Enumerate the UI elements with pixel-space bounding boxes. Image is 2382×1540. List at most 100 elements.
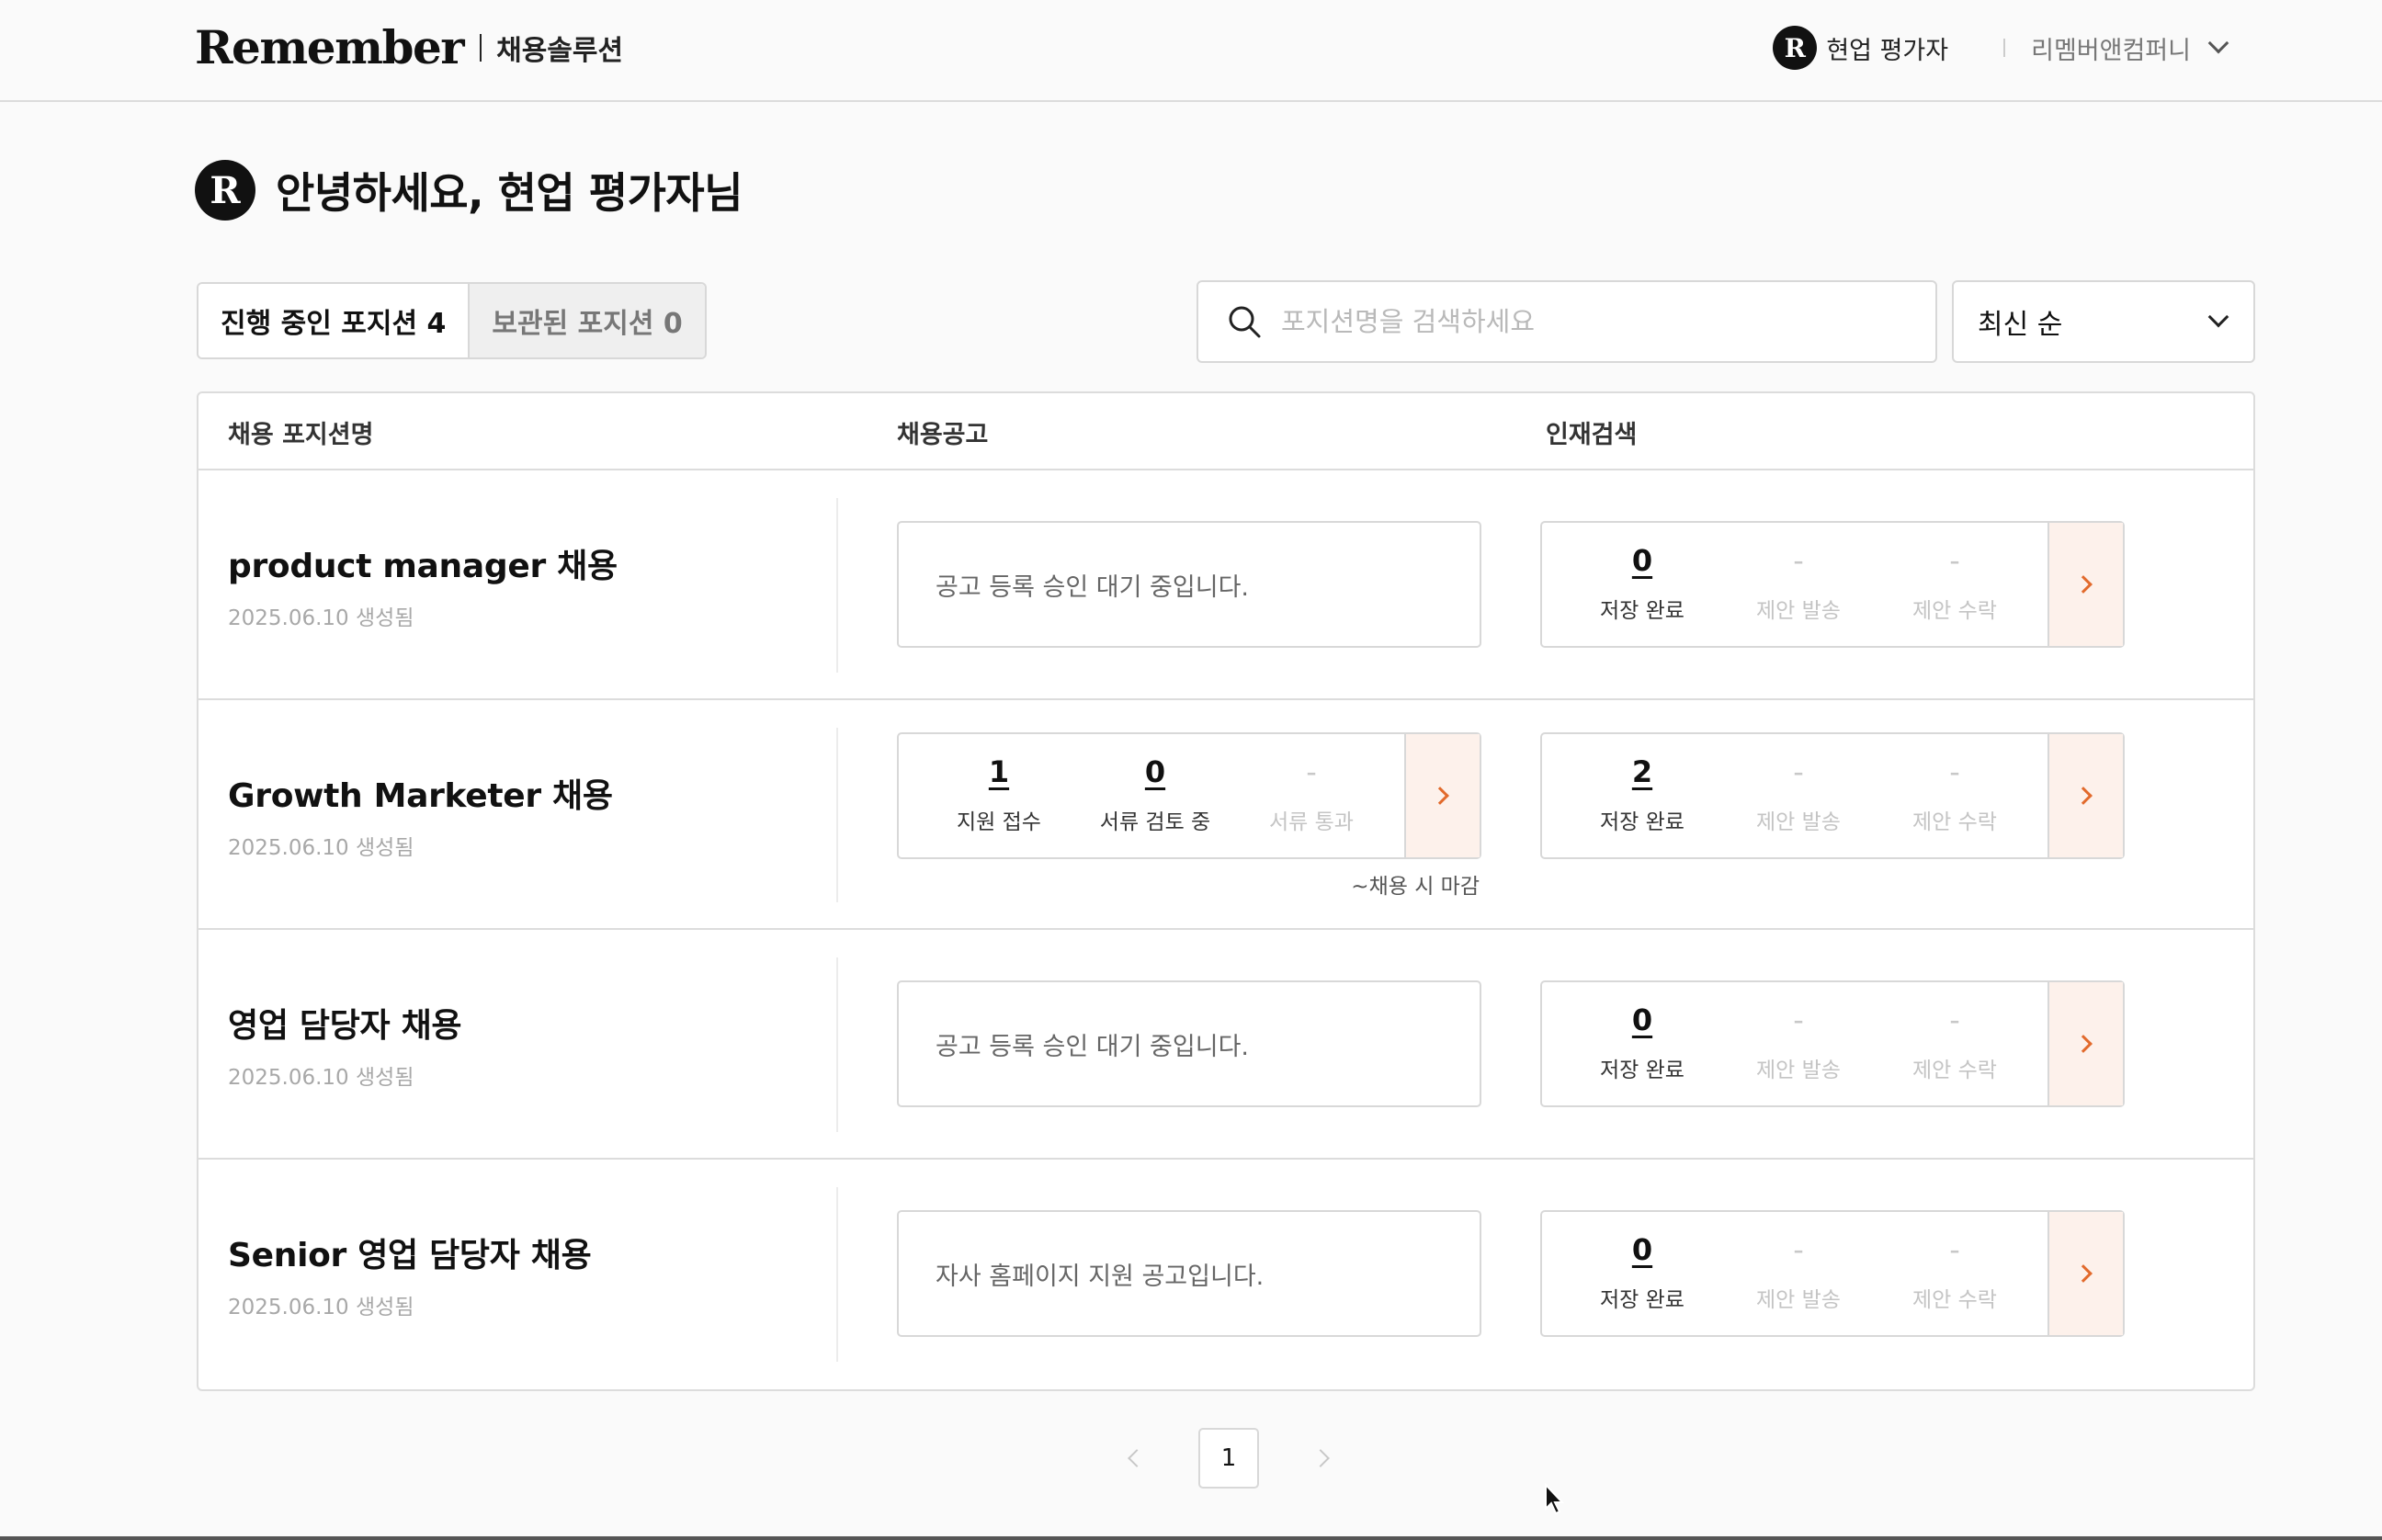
metric-reviewing[interactable]: 0 서류 검토 중 <box>1077 734 1233 835</box>
metric-value: - <box>1793 543 1804 578</box>
metric-label: 서류 검토 중 <box>1099 810 1211 834</box>
metric-saved[interactable]: 2 저장 완료 <box>1564 734 1720 835</box>
row-divider <box>836 728 838 902</box>
page-title: 안녕하세요, 현업 평가자님 <box>276 168 743 218</box>
user-menu[interactable]: R 현업 평가자 리멤버앤컴퍼니 <box>1773 24 2229 72</box>
talent-search-box[interactable]: 2 저장 완료 - 제안 발송 - 제안 수락 <box>1540 732 2125 859</box>
talent-search-box[interactable]: 0 저장 완료 - 제안 발송 - 제안 수락 <box>1540 1210 2125 1337</box>
position-name[interactable]: Senior 영업 담당자 채용 <box>228 1229 592 1276</box>
table-header: 채용 포지션명 채용공고 인재검색 <box>198 393 2253 470</box>
remember-logo[interactable]: Remember <box>195 24 465 72</box>
metric-value[interactable]: 0 <box>1632 543 1652 585</box>
metric-label: 제안 수락 <box>1912 810 1997 834</box>
posting-metrics-box[interactable]: 1 지원 접수 0 서류 검토 중 - 서류 통과 <box>897 732 1481 859</box>
sort-selected: 최신 순 <box>1978 309 2063 341</box>
posting-status-box: 자사 홈페이지 지원 공고입니다. <box>897 1210 1481 1337</box>
chevron-left-icon[interactable] <box>1128 1449 1146 1467</box>
table-row[interactable]: 영업 담당자 채용 2025.06.10 생성됨 공고 등록 승인 대기 중입니… <box>198 930 2253 1160</box>
brand[interactable]: Remember 채용솔루션 <box>195 24 623 72</box>
chevron-down-icon <box>2207 306 2229 328</box>
metric-value[interactable]: 0 <box>1145 754 1165 797</box>
chevron-right-icon[interactable] <box>1311 1449 1330 1467</box>
metric-offer-sent: - 제안 발송 <box>1720 1212 1877 1313</box>
metric-value: - <box>1793 754 1804 789</box>
table-row[interactable]: Growth Marketer 채용 2025.06.10 생성됨 1 지원 접수… <box>198 700 2253 930</box>
metric-saved[interactable]: 0 저장 완료 <box>1564 1212 1720 1313</box>
metric-saved[interactable]: 0 저장 완료 <box>1564 523 1720 624</box>
search-icon <box>1229 306 1261 338</box>
position-info: product manager 채용 2025.06.10 생성됨 <box>228 470 618 700</box>
position-info: Growth Marketer 채용 2025.06.10 생성됨 <box>228 700 613 930</box>
metric-label: 저장 완료 <box>1600 810 1684 834</box>
tab-active-positions[interactable]: 진행 중인 포지션 4 <box>198 284 469 357</box>
metric-value: - <box>1949 543 1960 578</box>
created-date: 2025.06.10 생성됨 <box>228 606 414 630</box>
metric-label: 서류 통과 <box>1269 810 1354 834</box>
posting-status-box: 공고 등록 승인 대기 중입니다. <box>897 521 1481 648</box>
user-name: 현업 평가자 <box>1826 36 1949 65</box>
posting-message: 공고 등록 승인 대기 중입니다. <box>936 572 1249 602</box>
pagination: 1 <box>1103 1428 1330 1489</box>
metric-value: - <box>1949 754 1960 789</box>
metric-offer-sent: - 제안 발송 <box>1720 982 1877 1083</box>
position-info: 영업 담당자 채용 2025.06.10 생성됨 <box>228 930 462 1160</box>
chevron-right-icon <box>1431 787 1449 805</box>
metric-passed: - 서류 통과 <box>1233 734 1390 835</box>
chevron-right-icon <box>2074 1035 2093 1053</box>
metric-applied[interactable]: 1 지원 접수 <box>921 734 1077 835</box>
talent-detail-button[interactable] <box>2047 523 2123 646</box>
metric-value[interactable]: 0 <box>1632 1232 1652 1274</box>
position-name[interactable]: 영업 담당자 채용 <box>228 999 462 1047</box>
position-name[interactable]: product manager 채용 <box>228 539 618 587</box>
metric-label: 제안 발송 <box>1756 810 1841 834</box>
metric-value[interactable]: 0 <box>1632 1002 1652 1045</box>
row-divider <box>836 1187 838 1362</box>
metric-value[interactable]: 2 <box>1632 754 1652 797</box>
search-box[interactable] <box>1197 280 1937 363</box>
talent-search-box[interactable]: 0 저장 완료 - 제안 발송 - 제안 수락 <box>1540 980 2125 1107</box>
metric-label: 저장 완료 <box>1600 1059 1684 1082</box>
table-row[interactable]: Senior 영업 담당자 채용 2025.06.10 생성됨 자사 홈페이지 … <box>198 1160 2253 1389</box>
metric-label: 제안 수락 <box>1912 599 1997 623</box>
metric-label: 제안 발송 <box>1756 599 1841 623</box>
positions-table: 채용 포지션명 채용공고 인재검색 product manager 채용 202… <box>197 391 2255 1391</box>
talent-detail-button[interactable] <box>2047 734 2123 857</box>
metric-offer-accepted: - 제안 수락 <box>1877 982 2033 1083</box>
metric-label: 제안 발송 <box>1756 1288 1841 1312</box>
talent-detail-button[interactable] <box>2047 982 2123 1105</box>
metric-label: 저장 완료 <box>1600 599 1684 623</box>
greeting: R 안녕하세요, 현업 평가자님 <box>195 160 743 221</box>
user-divider <box>2003 39 2006 57</box>
chevron-down-icon[interactable] <box>2207 32 2229 54</box>
metric-value: - <box>1949 1232 1960 1267</box>
metric-value: - <box>1793 1232 1804 1267</box>
metric-label: 지원 접수 <box>957 810 1041 834</box>
tab-archived-positions[interactable]: 보관된 포지션 0 <box>468 284 705 357</box>
metric-value[interactable]: 1 <box>989 754 1009 797</box>
company-name[interactable]: 리멤버앤컴퍼니 <box>2031 30 2191 66</box>
position-info: Senior 영업 담당자 채용 2025.06.10 생성됨 <box>228 1160 592 1389</box>
search-input[interactable] <box>1281 306 1906 337</box>
position-name[interactable]: Growth Marketer 채용 <box>228 769 613 817</box>
metric-value: - <box>1793 1002 1804 1037</box>
column-header-posting: 채용공고 <box>897 420 989 449</box>
chevron-right-icon <box>2074 575 2093 594</box>
metric-offer-accepted: - 제안 수락 <box>1877 734 2033 835</box>
row-divider <box>836 957 838 1132</box>
row-divider <box>836 498 838 673</box>
talent-detail-button[interactable] <box>2047 1212 2123 1335</box>
talent-metrics: 0 저장 완료 - 제안 발송 - 제안 수락 <box>1542 982 2123 1083</box>
table-row[interactable]: product manager 채용 2025.06.10 생성됨 공고 등록 … <box>198 470 2253 700</box>
posting-detail-button[interactable] <box>1404 734 1480 857</box>
page-number[interactable]: 1 <box>1198 1428 1259 1489</box>
talent-metrics: 0 저장 완료 - 제안 발송 - 제안 수락 <box>1542 1212 2123 1313</box>
metric-label: 저장 완료 <box>1600 1288 1684 1312</box>
mouse-cursor-icon <box>1545 1483 1565 1515</box>
metric-saved[interactable]: 0 저장 완료 <box>1564 982 1720 1083</box>
metric-value: - <box>1306 754 1317 789</box>
created-date: 2025.06.10 생성됨 <box>228 1296 414 1319</box>
user-avatar: R <box>1773 26 1818 70</box>
talent-search-box[interactable]: 0 저장 완료 - 제안 발송 - 제안 수락 <box>1540 521 2125 648</box>
sort-select[interactable]: 최신 순 <box>1952 280 2255 363</box>
brand-divider <box>480 34 482 62</box>
